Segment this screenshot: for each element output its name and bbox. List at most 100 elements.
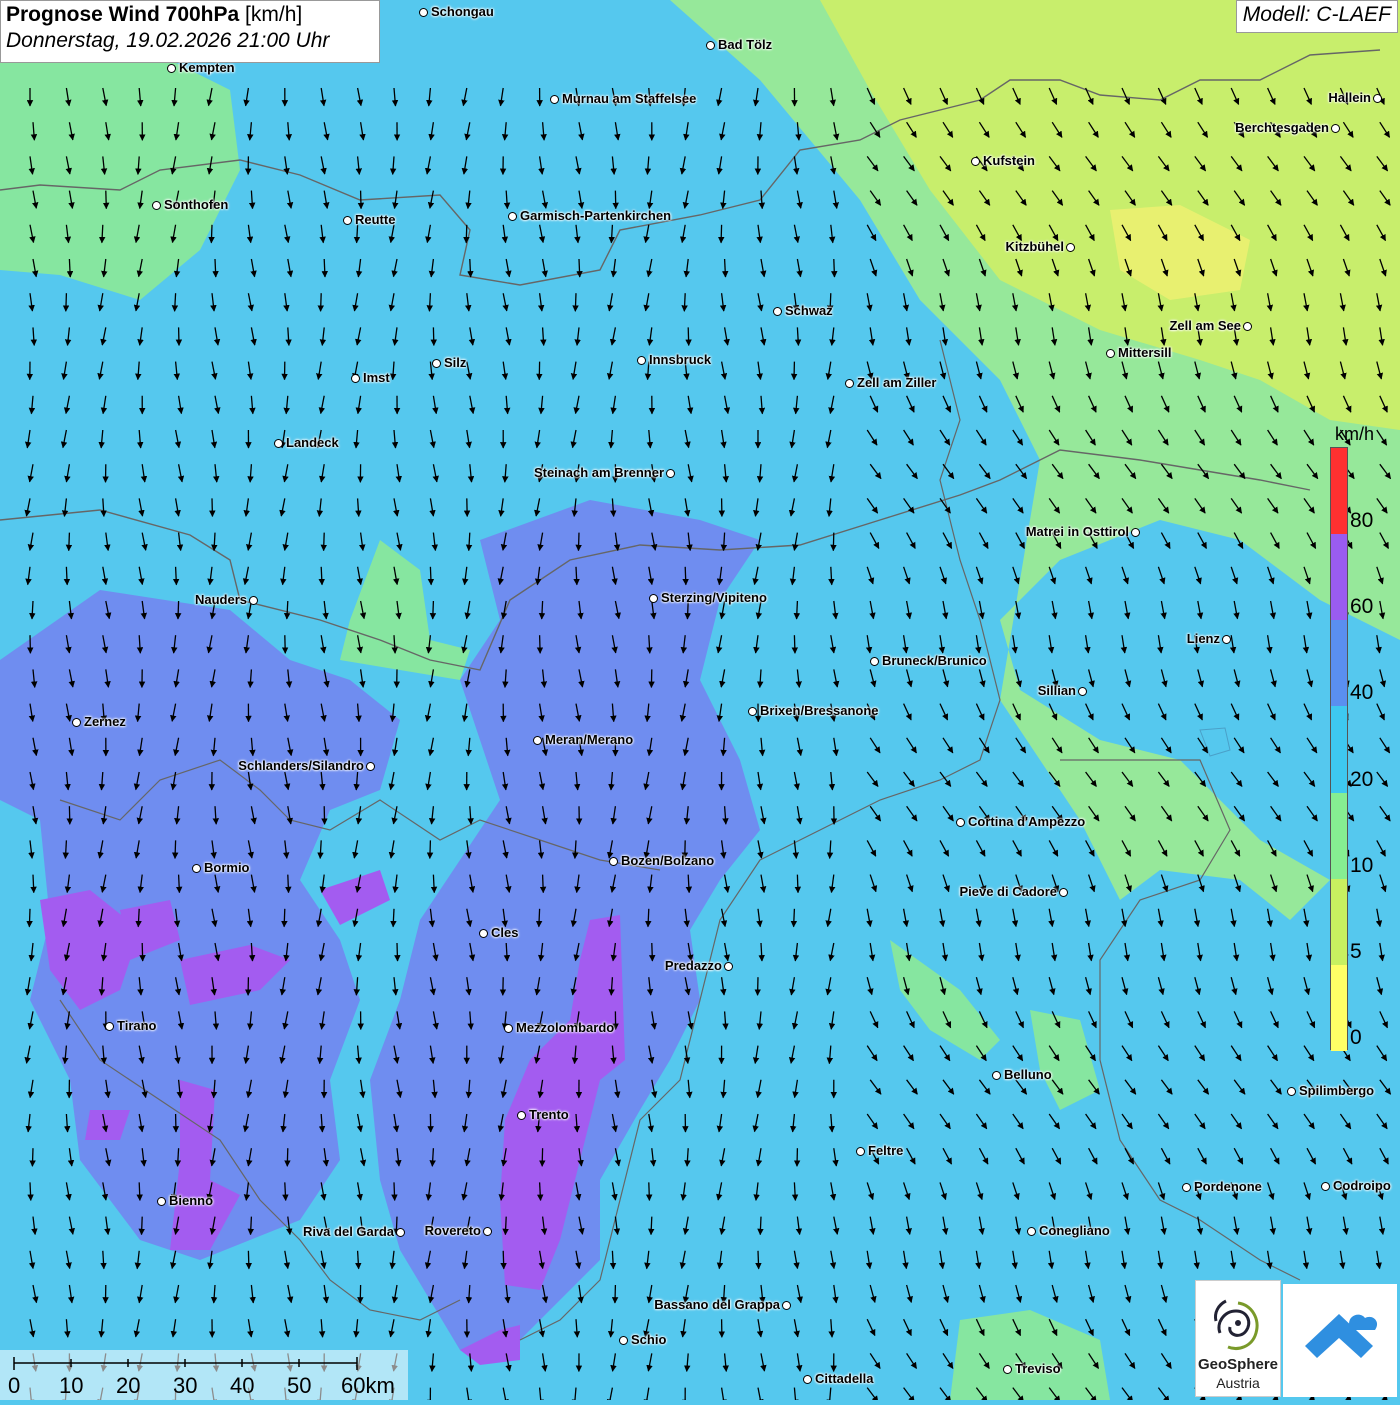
city-marker bbox=[773, 307, 782, 316]
partner-logo[interactable] bbox=[1283, 1284, 1397, 1397]
wind-arrow-icon bbox=[834, 259, 835, 277]
city-label: Innsbruck bbox=[649, 352, 711, 367]
geosphere-logo[interactable]: GeoSphere Austria bbox=[1195, 1280, 1281, 1397]
city-label: Nauders bbox=[195, 592, 247, 607]
city-label: Trento bbox=[529, 1107, 569, 1122]
city-label: Bassano del Grappa bbox=[654, 1297, 780, 1312]
city-marker bbox=[152, 201, 161, 210]
forecast-datetime: Donnerstag, 19.02.2026 21:00 Uhr bbox=[6, 29, 374, 53]
wind-arrow-icon bbox=[797, 875, 798, 893]
city-label: Schongau bbox=[431, 4, 494, 19]
city-label: Imst bbox=[363, 370, 390, 385]
wind-arrow-icon bbox=[579, 259, 580, 277]
city-marker bbox=[249, 596, 258, 605]
city-label: Feltre bbox=[868, 1143, 903, 1158]
wind-arrow-icon bbox=[685, 567, 686, 585]
city-label: Tirano bbox=[117, 1018, 157, 1033]
wind-arrow-icon bbox=[758, 1251, 759, 1269]
city-marker bbox=[508, 212, 517, 221]
model-label: Modell: C-LAEF bbox=[1236, 0, 1398, 33]
city-label: Berchtesgaden bbox=[1235, 120, 1329, 135]
city-label: Cittadella bbox=[815, 1371, 874, 1386]
wind-arrow-icon bbox=[29, 909, 30, 927]
scale-label-60km: 60km bbox=[341, 1373, 395, 1399]
city-marker bbox=[533, 736, 542, 745]
legend-label: 40 bbox=[1350, 681, 1373, 705]
city-label: Sillian bbox=[1038, 683, 1076, 698]
wind-arrow-icon bbox=[397, 943, 398, 961]
city-label: Riva del Garda bbox=[303, 1224, 394, 1239]
wind-arrow-icon bbox=[684, 293, 685, 311]
wind-arrow-icon bbox=[66, 293, 67, 311]
wind-arrow-icon bbox=[251, 1217, 252, 1235]
city-marker bbox=[1321, 1182, 1330, 1191]
scale-label-10: 10 bbox=[59, 1373, 83, 1399]
city-marker bbox=[1078, 687, 1087, 696]
city-marker bbox=[1003, 1365, 1012, 1374]
city-label: Bienno bbox=[169, 1193, 213, 1208]
city-marker bbox=[649, 594, 658, 603]
city-label: Kempten bbox=[179, 60, 235, 75]
wind-arrow-icon bbox=[211, 225, 212, 243]
wind-arrow-icon bbox=[466, 225, 467, 243]
city-marker bbox=[706, 41, 715, 50]
city-marker bbox=[845, 379, 854, 388]
city-marker bbox=[870, 657, 879, 666]
city-marker bbox=[550, 95, 559, 104]
wind-arrow-icon bbox=[288, 875, 289, 893]
legend-label: 0 bbox=[1350, 1026, 1362, 1050]
wind-arrow-icon bbox=[142, 1217, 143, 1235]
city-label: Lienz bbox=[1187, 631, 1220, 646]
wind-arrow-icon bbox=[430, 567, 431, 585]
legend-label: 5 bbox=[1350, 940, 1362, 964]
geosphere-logo-icon bbox=[1208, 1293, 1268, 1359]
city-marker bbox=[274, 439, 283, 448]
wind-arrow-icon bbox=[324, 259, 325, 277]
wind-arrow-icon bbox=[688, 327, 689, 345]
wind-arrow-icon bbox=[542, 601, 543, 619]
city-label: Hallein bbox=[1328, 90, 1371, 105]
wind-arrow-icon bbox=[321, 567, 322, 585]
wind-arrow-icon bbox=[797, 601, 798, 619]
wind-arrow-icon bbox=[721, 225, 722, 243]
city-marker bbox=[432, 359, 441, 368]
map-title-box: Prognose Wind 700hPa [km/h] Donnerstag, … bbox=[0, 0, 380, 63]
wind-arrow-icon bbox=[543, 875, 544, 893]
wind-arrow-icon bbox=[393, 909, 394, 927]
wind-arrow-icon bbox=[575, 293, 576, 311]
wind-arrow-icon bbox=[285, 1182, 286, 1200]
city-label: Bormio bbox=[204, 860, 250, 875]
wind-arrow-icon bbox=[433, 601, 434, 619]
wind-arrow-icon bbox=[578, 533, 579, 551]
city-label: Zell am Ziller bbox=[857, 375, 936, 390]
city-marker bbox=[782, 1301, 791, 1310]
color-legend bbox=[1330, 447, 1348, 1050]
city-label: Cortina d'Ampezzo bbox=[968, 814, 1085, 829]
city-marker bbox=[666, 469, 675, 478]
city-marker bbox=[483, 1227, 492, 1236]
scale-label-20: 20 bbox=[116, 1373, 140, 1399]
wind-arrow-icon bbox=[725, 259, 726, 277]
legend-color-swatch bbox=[1331, 620, 1347, 706]
wind-arrow-icon bbox=[433, 875, 434, 893]
wind-arrow-icon bbox=[394, 1182, 395, 1200]
city-label: Rovereto bbox=[425, 1223, 481, 1238]
city-marker bbox=[157, 1197, 166, 1206]
city-marker bbox=[366, 762, 375, 771]
city-marker bbox=[956, 818, 965, 827]
city-label: Brixen/Bressanone bbox=[760, 703, 879, 718]
city-marker bbox=[1287, 1087, 1296, 1096]
wind-arrow-icon bbox=[284, 909, 285, 927]
wind-arrow-icon bbox=[106, 191, 107, 209]
city-marker bbox=[343, 216, 352, 225]
city-marker bbox=[419, 8, 428, 17]
city-marker bbox=[396, 1228, 405, 1237]
city-label: Schwaz bbox=[785, 303, 833, 318]
city-label: Meran/Merano bbox=[545, 732, 633, 747]
geosphere-sub: Austria bbox=[1196, 1375, 1280, 1391]
wind-arrow-icon bbox=[321, 293, 322, 311]
city-marker bbox=[609, 857, 618, 866]
city-label: Steinach am Brenner bbox=[534, 465, 664, 480]
city-label: Bozen/Bolzano bbox=[621, 853, 714, 868]
wind-arrow-icon bbox=[179, 875, 180, 893]
